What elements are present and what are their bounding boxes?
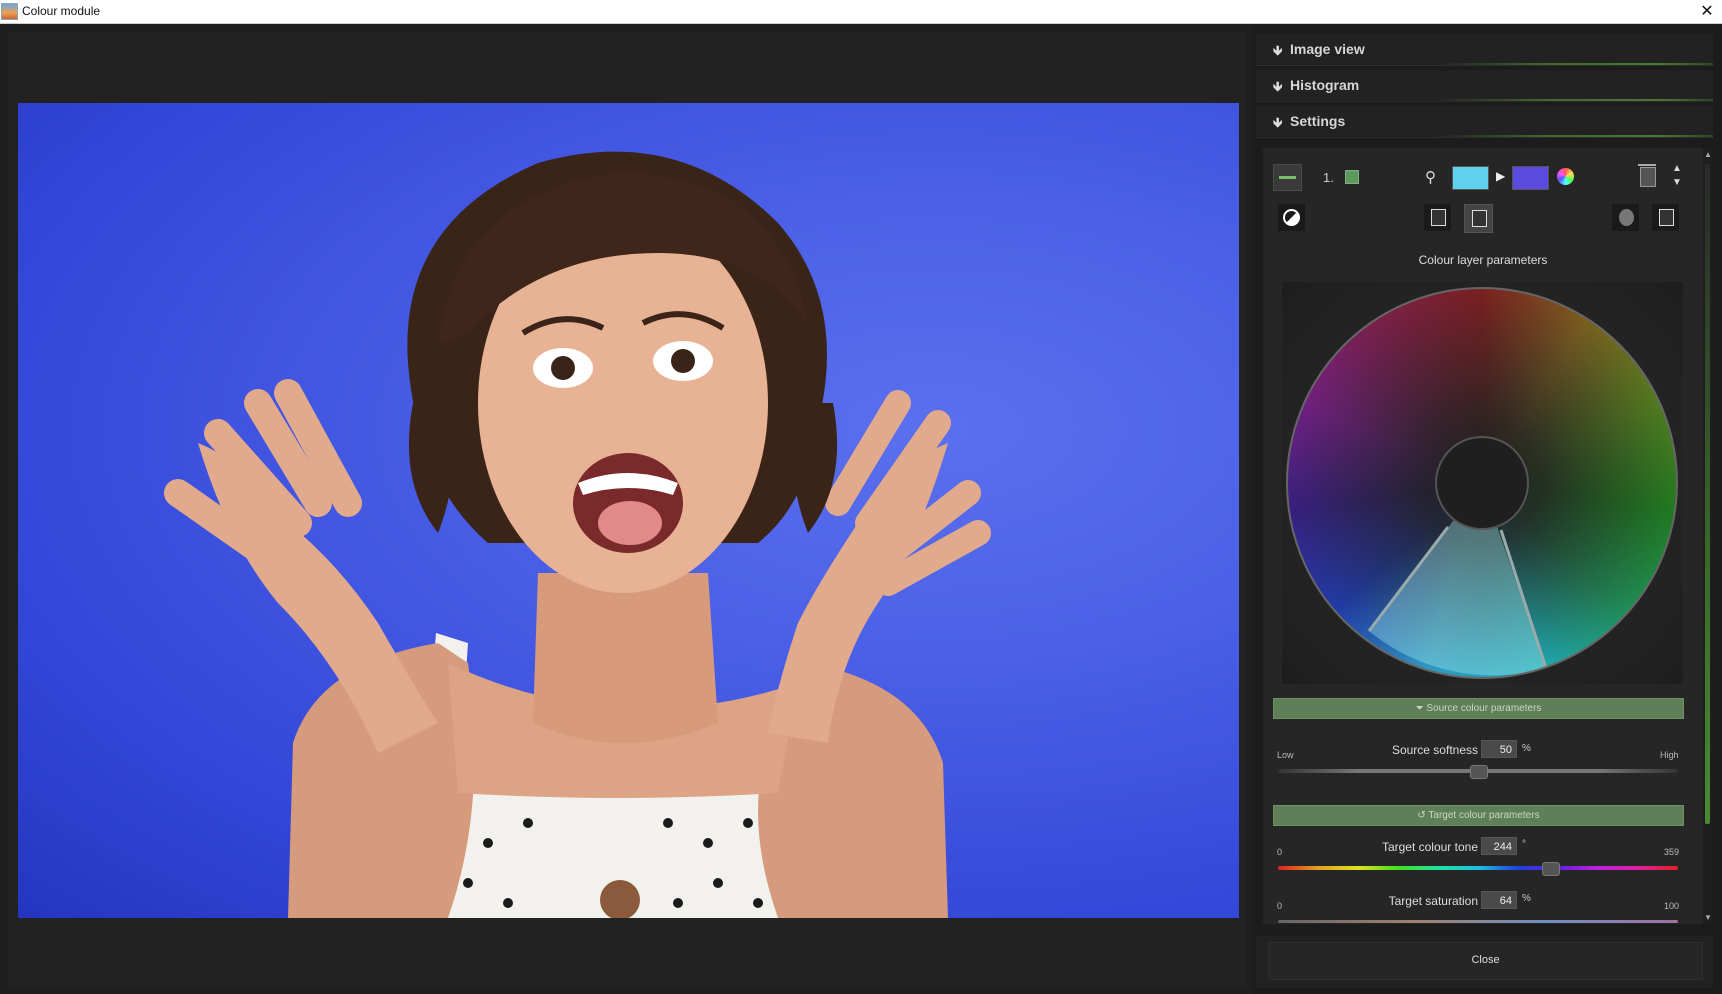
layer-number: 1.	[1323, 170, 1334, 185]
target-saturation-input[interactable]: 64	[1481, 891, 1517, 909]
add-layer-button[interactable]	[1652, 204, 1679, 231]
preview-toggle-button[interactable]	[1612, 204, 1639, 231]
saturation-max-label: 100	[1664, 901, 1680, 911]
settings-label: Settings	[1290, 113, 1346, 129]
target-saturation-track[interactable]	[1278, 920, 1678, 923]
close-button-label: Close	[1471, 954, 1500, 966]
target-colour-swatch[interactable]	[1512, 166, 1549, 190]
arrow-right-icon: ▶	[1496, 169, 1506, 183]
move-down-icon[interactable]: ▼	[1672, 176, 1682, 190]
target-tone-track[interactable]	[1278, 866, 1678, 870]
export-icon	[1431, 209, 1446, 226]
section-divider	[1436, 135, 1713, 137]
colour-wheel-icon[interactable]	[1557, 168, 1574, 185]
image-view-section[interactable]: 🡻 Image view	[1256, 34, 1713, 66]
invert-half-icon	[1285, 211, 1298, 224]
target-params-label: Target colour parameters	[1428, 810, 1540, 821]
reset-icon: ↺	[1417, 810, 1429, 821]
collapse-arrow-icon: ⏷	[1415, 703, 1427, 714]
settings-scrollbar[interactable]: ▲ ▼	[1703, 148, 1713, 924]
section-divider	[1436, 99, 1713, 101]
expand-arrow-icon: 🡻	[1273, 43, 1283, 58]
source-softness-label: Source softness	[1391, 743, 1478, 757]
source-params-label: Source colour parameters	[1426, 703, 1542, 714]
target-saturation-label: Target saturation	[1388, 894, 1478, 908]
settings-section[interactable]: 🡻 Settings	[1256, 106, 1713, 138]
expand-arrow-icon: 🡻	[1273, 79, 1283, 94]
invert-icon	[1283, 209, 1300, 226]
expand-arrow-icon: 🡻	[1273, 115, 1283, 130]
colour-layer-title: Colour layer parameters	[1418, 253, 1548, 267]
layer-toggle-button[interactable]	[1273, 164, 1302, 191]
source-softness-input[interactable]: 50	[1481, 740, 1517, 758]
softness-high-label: High	[1660, 750, 1679, 760]
close-button[interactable]: Close	[1268, 942, 1703, 980]
target-tone-unit: °	[1522, 839, 1526, 850]
source-softness-handle[interactable]	[1470, 765, 1488, 779]
target-saturation-unit: %	[1522, 893, 1531, 904]
histogram-label: Histogram	[1290, 77, 1360, 93]
source-colour-swatch[interactable]	[1452, 166, 1489, 190]
image-view-label: Image view	[1290, 41, 1365, 57]
histogram-section[interactable]: 🡻 Histogram	[1256, 70, 1713, 102]
import-button[interactable]	[1464, 204, 1493, 233]
import-icon	[1472, 210, 1487, 227]
saturation-min-label: 0	[1277, 901, 1283, 911]
move-layer-arrows[interactable]: ▲ ▼	[1672, 162, 1682, 190]
window-close-button[interactable]: ✕	[1698, 1, 1716, 21]
section-divider	[1436, 63, 1713, 65]
app-icon	[1, 3, 18, 20]
window-titlebar: Colour module ✕	[0, 0, 1722, 24]
trash-icon[interactable]	[1638, 164, 1656, 187]
eye-icon	[1619, 209, 1634, 226]
tone-max-label: 359	[1664, 847, 1680, 857]
scroll-down-icon[interactable]: ▼	[1704, 913, 1712, 922]
target-tone-input[interactable]: 244	[1481, 837, 1517, 855]
softness-low-label: Low	[1277, 750, 1294, 760]
invert-mask-button[interactable]	[1278, 204, 1305, 231]
move-up-icon[interactable]: ▲	[1672, 162, 1682, 176]
layer-visibility-checkbox[interactable]	[1345, 170, 1359, 184]
portrait-image	[164, 151, 991, 918]
colour-wheel[interactable]	[1282, 282, 1683, 684]
target-tone-label: Target colour tone	[1381, 840, 1478, 854]
source-params-header[interactable]: ⏷ Source colour parameters	[1273, 698, 1684, 719]
wheel-center-hole	[1435, 436, 1529, 530]
add-layer-icon	[1659, 209, 1674, 226]
target-tone-handle[interactable]	[1541, 862, 1560, 876]
eyedropper-icon[interactable]: ⚲	[1425, 168, 1436, 186]
scroll-up-icon[interactable]: ▲	[1704, 150, 1712, 159]
scroll-thumb[interactable]	[1705, 164, 1710, 824]
target-params-header[interactable]: ↺ Target colour parameters	[1273, 805, 1684, 826]
window-title: Colour module	[22, 4, 101, 18]
colour-wheel-area[interactable]	[1282, 282, 1683, 684]
source-softness-unit: %	[1522, 743, 1531, 754]
export-button[interactable]	[1424, 204, 1451, 231]
preview-image	[18, 103, 1239, 918]
tone-min-label: 0	[1277, 847, 1283, 857]
